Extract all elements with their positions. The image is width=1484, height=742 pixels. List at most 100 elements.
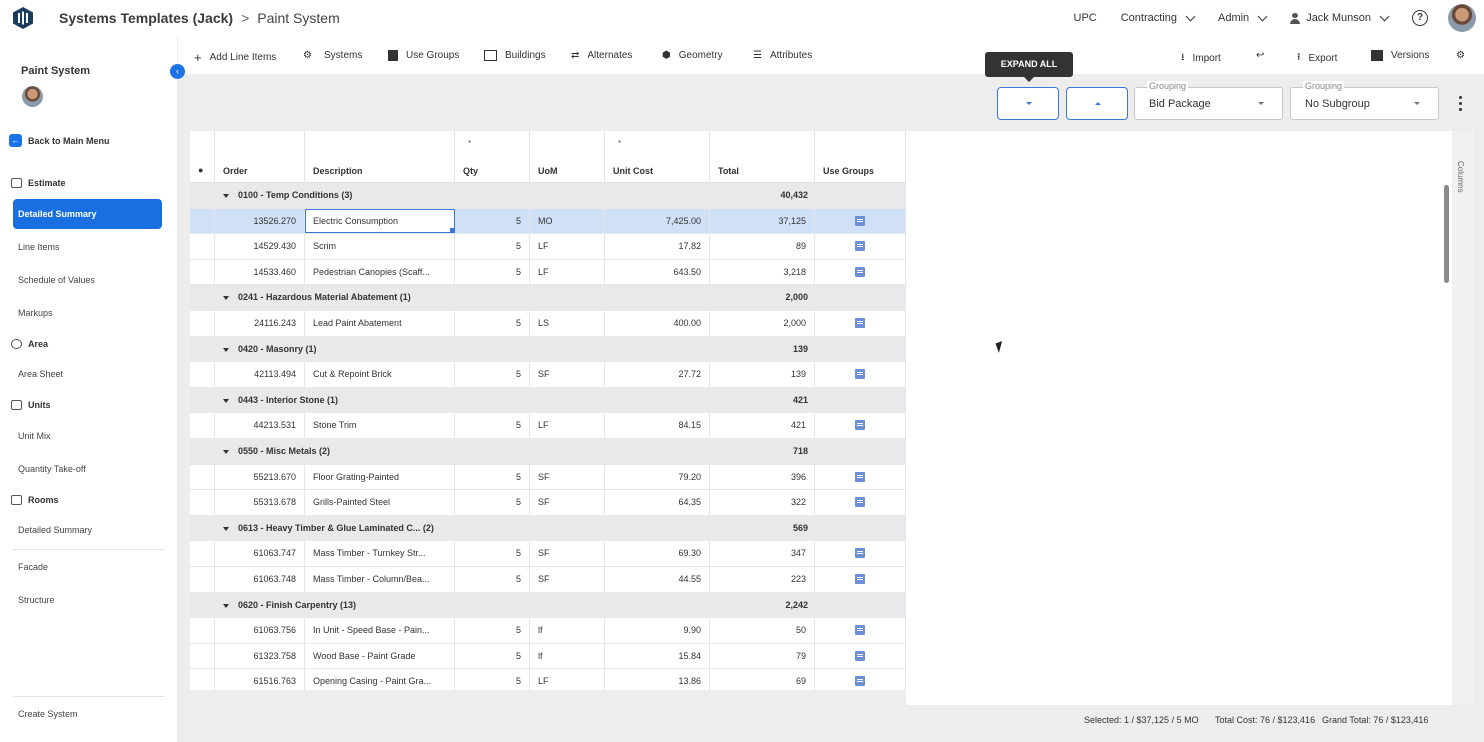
table-row[interactable]: 13526.270 Electric Consumption 5 MO 7,42… — [190, 208, 906, 235]
subgrouping-select[interactable]: Grouping No Subgroup — [1290, 81, 1439, 120]
cell-uom[interactable]: SF — [530, 490, 605, 515]
table-row[interactable]: 61063.748 Mass Timber - Column/Bea... 5 … — [190, 567, 906, 593]
columns-panel-toggle[interactable]: Columns — [1452, 131, 1474, 705]
cell-qty[interactable]: 5 — [455, 618, 530, 643]
cell-qty[interactable]: 5 — [455, 234, 530, 259]
section-units[interactable]: Units — [11, 400, 51, 410]
app-logo-icon[interactable] — [11, 6, 35, 30]
cell-unit-cost[interactable]: 9.90 — [605, 618, 710, 643]
cell-order[interactable]: 61063.756 — [215, 618, 305, 643]
cell-order[interactable]: 13526.270 — [215, 208, 305, 234]
cell-qty[interactable]: 5 — [455, 669, 530, 690]
sidebar-item-unit-mix[interactable]: Unit Mix — [18, 431, 51, 441]
cell-description[interactable]: Grills-Painted Steel — [305, 490, 455, 515]
row-handle[interactable] — [190, 669, 215, 690]
cell-description[interactable]: Electric Consumption — [305, 208, 455, 234]
caret-down-icon[interactable] — [223, 296, 229, 301]
cell-description[interactable]: Stone Trim — [305, 413, 455, 438]
sidebar-item-quantity-takeoff[interactable]: Quantity Take-off — [18, 464, 86, 474]
cell-order[interactable]: 55213.670 — [215, 464, 305, 490]
cell-description[interactable]: Cut & Repoint Brick — [305, 362, 455, 387]
cell-description[interactable]: Floor Grating-Painted — [305, 464, 455, 490]
cell-uom[interactable]: lf — [530, 643, 605, 669]
cell-uom[interactable]: SF — [530, 567, 605, 592]
undo-icon[interactable]: ↩ — [1256, 50, 1264, 61]
cell-qty[interactable]: 5 — [455, 311, 530, 336]
cell-uom[interactable]: LF — [530, 669, 605, 690]
section-area[interactable]: Area — [11, 339, 48, 349]
geometry-button[interactable]: ⬢ Geometry — [662, 50, 723, 61]
cell-qty[interactable]: 5 — [455, 567, 530, 592]
use-groups-icon[interactable] — [855, 241, 865, 252]
sidebar-item-markups[interactable]: Markups — [18, 308, 53, 318]
header-description[interactable]: Description — [305, 131, 455, 183]
table-row[interactable]: 61063.756 In Unit - Speed Base - Pain...… — [190, 618, 906, 644]
group-row[interactable]: 0550 - Misc Metals (2) 718 — [190, 439, 906, 465]
caret-down-icon[interactable] — [223, 526, 229, 531]
header-order[interactable]: Order — [215, 131, 305, 183]
cell-uom[interactable]: MO — [530, 208, 605, 234]
section-estimate[interactable]: Estimate — [11, 178, 66, 188]
use-groups-icon[interactable] — [855, 471, 865, 482]
company-label[interactable]: UPC — [1074, 12, 1097, 24]
sidebar-item-detailed-summary[interactable]: Detailed Summary — [13, 199, 162, 229]
cell-order[interactable]: 55313.678 — [215, 490, 305, 515]
user-menu[interactable]: Jack Munson — [1290, 11, 1390, 24]
cell-description[interactable]: In Unit - Speed Base - Pain... — [305, 618, 455, 643]
settings-gear-icon[interactable]: ⚙ — [1456, 50, 1465, 61]
row-handle[interactable] — [190, 234, 215, 259]
use-groups-icon[interactable] — [855, 215, 865, 226]
group-row[interactable]: 0443 - Interior Stone (1) 421 — [190, 387, 906, 414]
versions-button[interactable]: Versions — [1371, 50, 1429, 61]
sidebar-item-area-sheet[interactable]: Area Sheet — [18, 369, 63, 379]
cell-qty[interactable]: 5 — [455, 413, 530, 438]
cell-order[interactable]: 61323.758 — [215, 643, 305, 669]
grouping-select[interactable]: Grouping Bid Package — [1134, 81, 1283, 120]
add-line-items-button[interactable]: + Add Line Items — [194, 50, 276, 65]
header-qty[interactable]: * Qty — [455, 131, 530, 183]
import-button[interactable]: ⭳ Import — [1181, 50, 1221, 67]
table-row[interactable]: 55313.678 Grills-Painted Steel 5 SF 64.3… — [190, 490, 906, 516]
row-handle[interactable] — [190, 362, 215, 387]
cell-unit-cost[interactable]: 64.35 — [605, 490, 710, 515]
cell-description[interactable]: Scrim — [305, 234, 455, 259]
caret-down-icon[interactable] — [223, 603, 229, 608]
cell-uom[interactable]: LS — [530, 311, 605, 336]
sidebar-item-schedule-of-values[interactable]: Schedule of Values — [18, 275, 95, 285]
use-groups-icon[interactable] — [855, 318, 865, 328]
sidebar-item-facade[interactable]: Facade — [18, 562, 48, 572]
row-handle[interactable] — [190, 259, 215, 285]
sidebar-item-rooms-detailed-summary[interactable]: Detailed Summary — [18, 525, 92, 535]
cell-qty[interactable]: 5 — [455, 643, 530, 669]
help-icon[interactable]: ? — [1412, 10, 1428, 26]
breadcrumb-root[interactable]: Systems Templates (Jack) — [59, 10, 233, 26]
row-handle[interactable] — [190, 464, 215, 490]
table-row[interactable]: 44213.531 Stone Trim 5 LF 84.15 421 — [190, 413, 906, 439]
group-row[interactable]: 0241 - Hazardous Material Abatement (1) … — [190, 285, 906, 311]
back-to-main-menu[interactable]: ← Back to Main Menu — [9, 134, 110, 147]
caret-down-icon[interactable] — [223, 194, 229, 198]
contracting-menu[interactable]: Contracting — [1121, 11, 1196, 24]
cell-order[interactable]: 61063.748 — [215, 567, 305, 592]
create-system-link[interactable]: Create System — [18, 709, 78, 719]
cell-unit-cost[interactable]: 44.55 — [605, 567, 710, 592]
header-unit-cost[interactable]: * Unit Cost — [605, 131, 710, 183]
table-row[interactable]: 14529.430 Scrim 5 LF 17.82 89 — [190, 234, 906, 260]
cell-description[interactable]: Pedestrian Canopies (Scaff... — [305, 259, 455, 285]
cell-order[interactable]: 61516.763 — [215, 669, 305, 690]
table-row[interactable]: 24116.243 Lead Paint Abatement 5 LS 400.… — [190, 311, 906, 337]
header-use-groups[interactable]: Use Groups — [815, 131, 906, 183]
header-total[interactable]: Total — [710, 131, 815, 183]
cell-uom[interactable]: LF — [530, 413, 605, 438]
sidebar-item-line-items[interactable]: Line Items — [18, 242, 60, 252]
cell-qty[interactable]: 5 — [455, 259, 530, 285]
avatar[interactable] — [1448, 4, 1476, 32]
use-groups-icon[interactable] — [855, 420, 865, 431]
use-groups-icon[interactable] — [855, 650, 865, 661]
group-row[interactable]: 0620 - Finish Carpentry (13) 2,242 — [190, 592, 906, 619]
caret-down-icon[interactable] — [223, 450, 229, 454]
row-handle[interactable] — [190, 311, 215, 336]
group-row[interactable]: 0420 - Masonry (1) 139 — [190, 336, 906, 363]
use-groups-button[interactable]: Use Groups — [388, 50, 459, 61]
use-groups-icon[interactable] — [855, 369, 865, 380]
